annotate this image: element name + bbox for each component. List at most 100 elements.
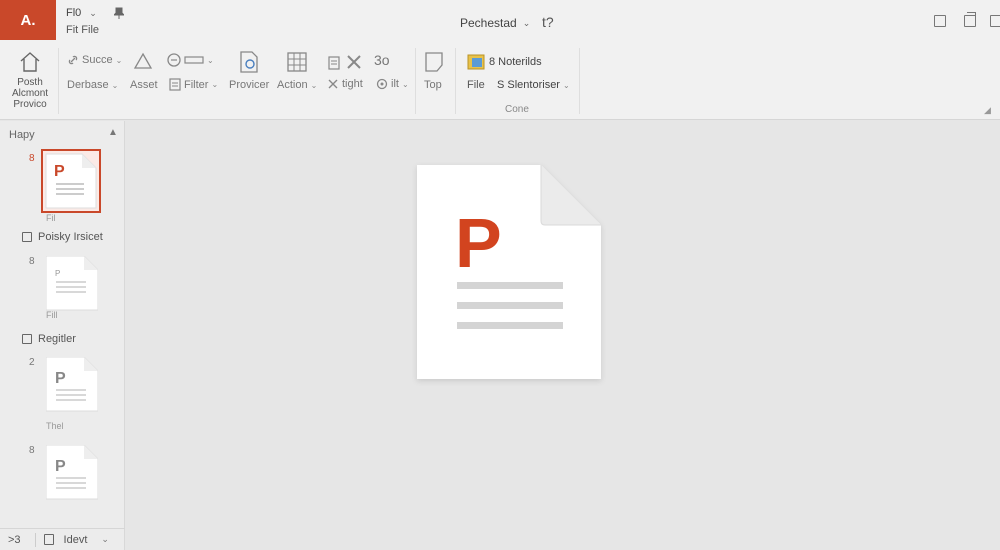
restore-window-button[interactable] bbox=[964, 12, 976, 27]
rectangle-icon bbox=[184, 56, 204, 64]
slide-number: 8 bbox=[29, 153, 35, 164]
chevron-down-icon: ⌄ bbox=[562, 80, 570, 90]
circle-info-icon bbox=[167, 53, 181, 67]
footer-divider bbox=[34, 532, 36, 547]
top-label-button[interactable]: Top bbox=[424, 79, 442, 91]
slide-preview-icon: P bbox=[45, 153, 97, 209]
provicer-label-button[interactable]: Provicer bbox=[229, 79, 269, 91]
slide-thumbnail-3[interactable]: P bbox=[44, 355, 98, 412]
chevron-down-icon: ⌄ bbox=[401, 79, 409, 89]
notes-icon[interactable] bbox=[43, 534, 54, 545]
account-button-line3: Provico bbox=[13, 99, 47, 110]
grid-icon bbox=[287, 52, 307, 72]
app-logo-button[interactable]: A. bbox=[0, 0, 56, 40]
title-bar: A. Fl0 ⌄ Fit File Pechestad ⌄ t? bbox=[0, 0, 1000, 44]
table-button[interactable] bbox=[286, 51, 308, 73]
document-title[interactable]: Pechestad ⌄ bbox=[460, 16, 530, 30]
file-menu[interactable]: Fl0 ⌄ bbox=[66, 7, 97, 19]
top-button[interactable] bbox=[423, 50, 445, 74]
file-subtitle: Fit File bbox=[66, 24, 99, 36]
chevron-up-icon[interactable]: ▲ bbox=[108, 127, 118, 138]
filter-button[interactable]: Filter ⌄ bbox=[169, 78, 218, 91]
slide-caption: Fill bbox=[46, 310, 58, 320]
slide-preview-icon: P bbox=[46, 256, 98, 311]
folder-image-icon bbox=[467, 54, 485, 70]
file-button[interactable]: File bbox=[467, 79, 485, 91]
slide-number: 2 bbox=[29, 357, 35, 368]
close-window-button[interactable] bbox=[990, 15, 1000, 27]
page-icon bbox=[425, 52, 443, 72]
pane-footer: >3 Idevt ⌄ bbox=[0, 528, 125, 550]
shapes-button[interactable] bbox=[133, 52, 153, 70]
chevron-down-icon[interactable]: ⌄ bbox=[101, 534, 109, 545]
succe-button[interactable]: Succe ⌄ bbox=[67, 54, 122, 66]
edit-tools-button[interactable] bbox=[326, 53, 363, 71]
hero-letter: P bbox=[455, 204, 502, 282]
home-icon bbox=[20, 52, 40, 72]
chevron-down-icon: ⌄ bbox=[111, 80, 119, 90]
slide-thumbnail-4[interactable]: P bbox=[44, 443, 98, 500]
presentation-file-illustration: P bbox=[417, 165, 601, 379]
svg-text:P: P bbox=[55, 269, 60, 278]
bo-button[interactable]: 3o bbox=[374, 52, 390, 68]
slide-preview-icon: P bbox=[46, 357, 98, 412]
account-button-line2: Alcmont bbox=[11, 88, 49, 99]
pane-footer-label[interactable]: >3 bbox=[8, 534, 21, 546]
filter-label: Filter bbox=[184, 78, 209, 91]
notebook-label: 8 Noterilds bbox=[489, 56, 542, 68]
slide-number: 8 bbox=[29, 445, 35, 456]
ilt-button[interactable]: ilt ⌄ bbox=[376, 78, 409, 90]
ribbon-separator bbox=[455, 48, 456, 114]
shape-toggle-button[interactable]: ⌄ bbox=[167, 53, 214, 67]
notebook-button[interactable]: 8 Noterilds bbox=[466, 52, 542, 72]
tight-label: tight bbox=[342, 78, 363, 90]
slide-thumbnail-pane: Hapy ▲ 8 P Fil Poisky Irsicet 8 P Fill R… bbox=[0, 121, 125, 550]
ribbon: Posth Alcmont Provico Succe ⌄ ⌄ 3o 8 Not… bbox=[0, 44, 1000, 120]
document-check-icon bbox=[240, 51, 258, 73]
pane-header: Hapy bbox=[9, 129, 35, 141]
section-header[interactable]: Poisky Irsicet bbox=[22, 231, 103, 243]
clipboard-icon bbox=[328, 56, 340, 70]
close-icon bbox=[347, 55, 361, 69]
account-button[interactable]: Posth Alcmont Provico bbox=[6, 50, 54, 116]
link-icon bbox=[68, 55, 78, 65]
document-title-label: Pechestad bbox=[460, 16, 517, 30]
gear-icon bbox=[376, 78, 388, 90]
slide-number: 8 bbox=[29, 256, 35, 267]
tight-button[interactable]: tight bbox=[327, 78, 363, 90]
slide-caption: Fil bbox=[46, 213, 56, 223]
pin-icon[interactable] bbox=[112, 7, 126, 22]
succe-label: Succe bbox=[82, 54, 113, 66]
ribbon-expand-icon[interactable]: ◢ bbox=[984, 105, 991, 116]
section-header[interactable]: Regitler bbox=[22, 333, 76, 345]
cross-icon bbox=[328, 79, 338, 89]
slide-thumbnail-1[interactable]: P bbox=[41, 149, 101, 213]
ribbon-separator bbox=[415, 48, 416, 114]
chevron-down-icon: ⌄ bbox=[211, 80, 219, 89]
action-button[interactable]: Action ⌄ bbox=[277, 79, 317, 91]
chevron-down-icon: ⌄ bbox=[310, 80, 318, 90]
asset-button[interactable]: Asset bbox=[130, 79, 158, 91]
section-label: Regitler bbox=[38, 333, 76, 345]
derbase-button[interactable]: Derbase ⌄ bbox=[67, 79, 118, 91]
chevron-down-icon: ⌄ bbox=[522, 17, 531, 28]
chevron-down-icon: ⌄ bbox=[115, 55, 123, 65]
ilt-label: ilt bbox=[391, 78, 399, 90]
minimize-window-button[interactable] bbox=[934, 15, 946, 27]
provicer-button[interactable] bbox=[236, 50, 262, 74]
asset-label: Asset bbox=[130, 79, 158, 91]
view-selector-label[interactable]: Idevt bbox=[64, 534, 88, 546]
document-icon bbox=[169, 78, 181, 91]
help-icon[interactable]: t? bbox=[542, 14, 554, 30]
file-label: File bbox=[467, 79, 485, 91]
derbase-label: Derbase bbox=[67, 79, 109, 91]
slide-caption: Thel bbox=[46, 421, 64, 431]
svg-text:P: P bbox=[55, 458, 66, 475]
triangle-icon bbox=[133, 52, 153, 69]
slentoriser-label: S Slentoriser bbox=[497, 79, 560, 91]
slide-thumbnail-2[interactable]: P bbox=[44, 254, 98, 311]
bo-label: 3o bbox=[374, 52, 390, 68]
account-button-line1: Posth bbox=[17, 77, 43, 88]
slide-preview-icon: P bbox=[46, 445, 98, 500]
slentoriser-button[interactable]: S Slentoriser ⌄ bbox=[497, 79, 570, 91]
